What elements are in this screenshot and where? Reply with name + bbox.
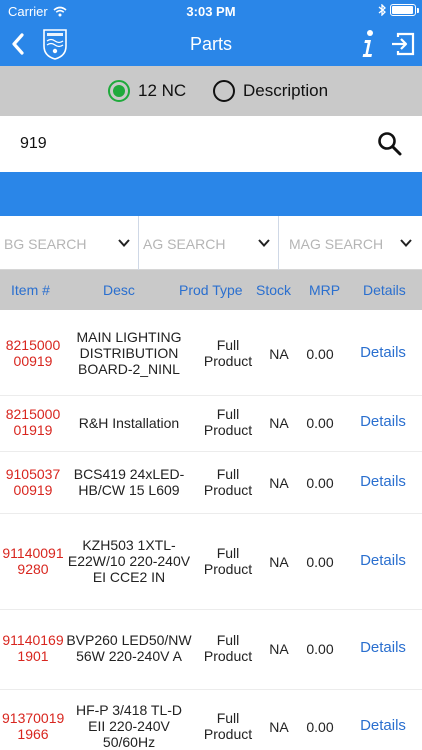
item-number: 91370019 1966 <box>2 710 65 742</box>
product-type: Full Product <box>203 710 253 742</box>
header-mrp: MRP <box>309 282 341 298</box>
search-row <box>0 116 422 172</box>
stock-value: NA <box>269 641 289 657</box>
table-row: 8215000 01919 R&H Installation Full Prod… <box>0 396 422 452</box>
stock-value: NA <box>269 719 289 735</box>
header-stock: Stock <box>256 282 292 298</box>
product-type: Full Product <box>203 406 253 438</box>
table-row: 9105037 00919 BCS419 24xLED- HB/CW 15 L6… <box>0 452 422 514</box>
bg-search-dropdown[interactable]: BG SEARCH <box>0 216 139 270</box>
item-description: HF-P 3/418 TL-D EII 220-240V 50/60Hz <box>75 702 183 750</box>
ag-search-label: AG SEARCH <box>143 236 226 252</box>
product-type: Full Product <box>203 632 253 664</box>
stock-value: NA <box>269 415 289 431</box>
radio-selected-icon <box>108 80 130 102</box>
ag-search-dropdown[interactable]: AG SEARCH <box>139 216 279 270</box>
search-mode-bar: 12 NC Description <box>0 66 422 116</box>
item-number: 91140091 9280 <box>2 545 64 577</box>
item-description: KZH503 1XTL- E22W/10 220-240V EI CCE2 IN <box>67 537 191 585</box>
battery-fill <box>392 6 413 14</box>
stock-value: NA <box>269 475 289 491</box>
radio-12nc-label: 12 NC <box>138 81 187 100</box>
details-link[interactable]: Details <box>352 345 414 361</box>
details-link[interactable]: Details <box>352 718 414 734</box>
mrp-value: 0.00 <box>306 719 334 735</box>
details-link[interactable]: Details <box>352 553 414 569</box>
chevron-down-icon <box>258 239 270 247</box>
table-row: 91140169 1901 BVP260 LED50/NW 56W 220-24… <box>0 610 422 690</box>
header-item: Item # <box>11 282 50 298</box>
radio-unselected-icon <box>213 80 235 102</box>
item-number: 8215000 00919 <box>5 337 61 369</box>
product-type: Full Product <box>203 545 253 577</box>
radio-12nc[interactable]: 12 NC <box>108 80 186 102</box>
mrp-value: 0.00 <box>306 641 334 657</box>
table-row: 8215000 00919 MAIN LIGHTING DISTRIBUTION… <box>0 310 422 396</box>
nav-bar: Parts <box>0 22 422 66</box>
mag-search-dropdown[interactable]: MAG SEARCH <box>279 216 422 270</box>
bluetooth-icon <box>378 4 386 16</box>
info-icon[interactable] <box>358 28 378 60</box>
header-desc: Desc <box>103 282 135 298</box>
search-icon[interactable] <box>377 131 403 157</box>
details-link[interactable]: Details <box>352 474 414 490</box>
logout-icon[interactable] <box>390 31 416 57</box>
mrp-value: 0.00 <box>306 554 334 570</box>
item-number: 91140169 1901 <box>2 632 64 664</box>
stock-value: NA <box>269 554 289 570</box>
radio-description[interactable]: Description <box>213 80 328 102</box>
status-bar: Carrier 3:03 PM <box>0 0 422 22</box>
item-number: 9105037 00919 <box>5 466 61 498</box>
stock-value: NA <box>269 346 289 362</box>
item-description: BCS419 24xLED- HB/CW 15 L609 <box>73 466 185 498</box>
mrp-value: 0.00 <box>306 475 334 491</box>
details-link[interactable]: Details <box>352 414 414 430</box>
chevron-down-icon <box>118 239 130 247</box>
mag-search-label: MAG SEARCH <box>289 236 384 252</box>
mrp-value: 0.00 <box>306 415 334 431</box>
product-type: Full Product <box>203 466 253 498</box>
item-description: BVP260 LED50/NW 56W 220-240V A <box>66 632 192 664</box>
item-description: MAIN LIGHTING DISTRIBUTION BOARD-2_NINL <box>76 329 182 377</box>
filter-row: BG SEARCH AG SEARCH MAG SEARCH <box>0 216 422 270</box>
bg-search-label: BG SEARCH <box>4 236 87 252</box>
chevron-down-icon <box>400 239 412 247</box>
status-time: 3:03 PM <box>186 4 236 19</box>
item-description: R&H Installation <box>78 415 180 431</box>
table-header: Item # Desc Prod Type Stock MRP Details <box>0 270 422 310</box>
details-link[interactable]: Details <box>352 640 414 656</box>
table-row: 91140091 9280 KZH503 1XTL- E22W/10 220-2… <box>0 514 422 610</box>
search-input[interactable] <box>20 130 350 158</box>
mrp-value: 0.00 <box>306 346 334 362</box>
blue-band <box>0 172 422 216</box>
radio-description-label: Description <box>243 81 329 100</box>
table-row: 91370019 1966 HF-P 3/418 TL-D EII 220-24… <box>0 690 422 750</box>
header-prod-type: Prod Type <box>179 282 243 298</box>
product-type: Full Product <box>203 337 253 369</box>
header-details: Details <box>363 282 406 298</box>
status-right-group <box>378 4 419 16</box>
battery-icon <box>390 4 419 16</box>
item-number: 8215000 01919 <box>5 406 61 438</box>
